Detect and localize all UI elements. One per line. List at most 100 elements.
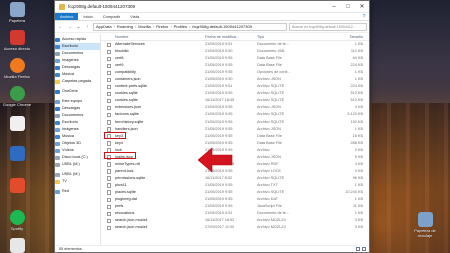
- nav-item-label: Red: [62, 189, 69, 193]
- file-row[interactable]: cookies.sqlite 16/11/2017 18:45 Archivo SQ…: [101, 97, 369, 104]
- file-size: 224 KB: [350, 84, 363, 89]
- desktop-icon[interactable]: [2, 116, 32, 132]
- file-row[interactable]: cert8 21/05/2019 9:55 Data Base File 64 KB: [101, 55, 369, 62]
- breadcrumb-segment[interactable]: AppData: [96, 24, 112, 29]
- nav-item[interactable]: Música: [55, 71, 100, 78]
- file-icon: [107, 98, 111, 104]
- file-name: search.json.mozlz4: [115, 218, 148, 223]
- file-row[interactable]: key3 21/05/2019 9:55 Data Base File 16 KB: [101, 133, 369, 140]
- file-row[interactable]: AlternateServices 21/05/2019 9:51 Document…: [101, 41, 369, 48]
- file-row[interactable]: mimeTypes.rdf16/11/2017 18:45Archivo RDF…: [101, 161, 369, 168]
- large-icons-view-icon[interactable]: [362, 247, 366, 251]
- nav-item[interactable]: Este equipo: [55, 98, 100, 105]
- back-icon[interactable]: ←: [57, 24, 64, 30]
- help-icon[interactable]: ?: [359, 13, 369, 20]
- file-row[interactable]: handlers.json 21/05/2019 9:55 Archivo JSON…: [101, 126, 369, 133]
- desktop-icon[interactable]: [2, 238, 32, 253]
- nav-item[interactable]: Documentos: [55, 112, 100, 119]
- file-row[interactable]: key4 21/05/2019 9:55 Data Base File 288 KB: [101, 140, 369, 147]
- file-name: blocklist: [115, 49, 129, 54]
- breadcrumb-segment[interactable]: Profiles: [174, 24, 187, 29]
- nav-item[interactable]: Acceso rápido: [55, 36, 100, 43]
- nav-item[interactable]: Imágenes: [55, 126, 100, 133]
- nav-item[interactable]: Vídeos: [55, 147, 100, 154]
- close-icon[interactable]: ✕: [355, 1, 369, 13]
- maximize-icon[interactable]: □: [341, 1, 355, 13]
- file-row[interactable]: cert9 21/05/2019 9:55 Data Base File 224 KB: [101, 62, 369, 69]
- file-row[interactable]: compatibility 21/05/2019 9:55 Opciones de …: [101, 69, 369, 76]
- column-name[interactable]: Nombre: [101, 34, 205, 40]
- file-row[interactable]: permissions.sqlite 16/11/2017 8:52 Archivo…: [101, 175, 369, 182]
- file-row[interactable]: favicons.sqlite 21/05/2019 9:55 Archivo SQ…: [101, 111, 369, 118]
- desktop-icon[interactable]: [2, 178, 32, 194]
- nav-item[interactable]: USB1 (M:): [55, 171, 100, 178]
- tab-archivo[interactable]: Archivo: [55, 13, 79, 20]
- file-row[interactable]: pkcs11 21/05/2019 9:55 Archivo TXT 1 KB: [101, 182, 369, 189]
- breadcrumb-segment[interactable]: fcqz908g.default-1509441207309: [192, 24, 252, 29]
- nav-item-icon: [55, 179, 60, 184]
- file-name: containers.json: [115, 77, 141, 82]
- desktop-icon[interactable]: Spotify: [2, 210, 32, 231]
- tab-vista[interactable]: Vista: [125, 13, 144, 20]
- nav-item[interactable]: Documentos: [55, 50, 100, 57]
- nav-item[interactable]: Escritorio: [55, 119, 100, 126]
- desktop-icon[interactable]: Acceso directo: [2, 30, 32, 51]
- desktop-icon-recycle[interactable]: Papelera de reciclaje: [408, 212, 442, 238]
- file-type: Archivo SQLITE: [257, 189, 285, 194]
- forward-icon[interactable]: →: [66, 24, 73, 30]
- file-row[interactable]: search.json.mozlz4 27/09/2017 11:00 Archiv…: [101, 224, 369, 231]
- desktop-icon[interactable]: Google Chrome: [2, 86, 32, 107]
- nav-item[interactable]: Objetos 3D: [55, 140, 100, 147]
- file-date: 21/05/2019 9:55: [205, 204, 233, 209]
- tab-compartir[interactable]: Compartir: [98, 13, 126, 20]
- up-icon[interactable]: ↑: [84, 24, 91, 30]
- file-row[interactable]: lock 21/05/2019 9:55 Archivo 0 KB: [101, 147, 369, 154]
- nav-item[interactable]: Descargas: [55, 105, 100, 112]
- file-size: 4 KB: [354, 105, 363, 110]
- column-type[interactable]: Tipo: [257, 34, 311, 40]
- tab-inicio[interactable]: Inicio: [78, 13, 97, 20]
- file-row[interactable]: places.sqlite 21/05/2019 9:55 Archivo SQLI…: [101, 189, 369, 196]
- nav-item[interactable]: Red: [55, 188, 100, 195]
- file-date: 21/05/2019 9:51: [205, 84, 233, 89]
- breadcrumb-separator: ›: [152, 24, 155, 29]
- breadcrumb[interactable]: AppData › Roaming › Mozilla › Firefox › Profiles…: [93, 22, 287, 31]
- file-row[interactable]: containers.json 21/05/2019 9:50 Archivo JS…: [101, 76, 369, 83]
- file-row[interactable]: search.json.mozlz4 16/11/2017 18:52 Archiv…: [101, 217, 369, 224]
- nav-item[interactable]: Carpetas pegada: [55, 78, 100, 85]
- nav-item[interactable]: Disco local (C:): [55, 154, 100, 161]
- nav-item[interactable]: OneDrive: [55, 88, 100, 95]
- nav-item[interactable]: Imágenes: [55, 57, 100, 64]
- file-row[interactable]: formhistory.sqlite 21/05/2019 9:55 Archivo…: [101, 119, 369, 126]
- column-date[interactable]: Fecha de modifica...: [205, 34, 257, 40]
- file-row[interactable]: blocklist 21/05/2019 9:50 Documento XML 112…: [101, 48, 369, 55]
- minimize-icon[interactable]: –: [327, 1, 341, 13]
- title-bar[interactable]: fcqz908g.default-1509441207309 – □ ✕: [55, 1, 369, 13]
- file-row[interactable]: parent.lock 21/05/2019 9:55 Archivo LOCK 0 …: [101, 168, 369, 175]
- nav-item[interactable]: Descargas: [55, 64, 100, 71]
- breadcrumb-separator: ›: [189, 24, 191, 29]
- desktop-icon[interactable]: Mozilla Firefox: [2, 58, 32, 79]
- breadcrumb-segment[interactable]: Roaming: [117, 24, 133, 29]
- file-row[interactable]: extensions.json 21/05/2019 9:55 Archivo JS…: [101, 104, 369, 111]
- file-type: Archivo JSON: [257, 126, 281, 131]
- column-size[interactable]: Tamaño: [311, 34, 369, 40]
- file-row[interactable]: pluginreg.dat 21/05/2019 9:55 Archivo DAT 1…: [101, 196, 369, 203]
- breadcrumb-segment[interactable]: Firefox: [156, 24, 168, 29]
- file-row[interactable]: prefs 21/05/2019 9:55 JavaScript File 11 KB: [101, 203, 369, 210]
- nav-item[interactable]: Música: [55, 133, 100, 140]
- breadcrumb-segment[interactable]: Mozilla: [138, 24, 150, 29]
- chevron-down-icon[interactable]: ⌄: [75, 24, 82, 30]
- nav-item[interactable]: TV: [55, 178, 100, 185]
- desktop-icon[interactable]: [2, 146, 32, 162]
- file-row[interactable]: revocations 21/05/2019 9:51 Documento de t…: [101, 210, 369, 217]
- file-row[interactable]: logins.json21/05/2019 9:55Archivo JSON5 …: [101, 154, 369, 161]
- file-date: 21/05/2019 9:50: [205, 77, 233, 82]
- search-input[interactable]: Buscar en fcqz908g.default-15094412...: [289, 22, 367, 31]
- file-row[interactable]: content-prefs.sqlite 21/05/2019 9:51 Archi…: [101, 83, 369, 90]
- details-view-icon[interactable]: [356, 247, 360, 251]
- file-row[interactable]: cookies.sqlite 21/05/2019 9:55 Archivo SQL…: [101, 90, 369, 97]
- nav-item[interactable]: USB1 (M:): [55, 161, 100, 168]
- nav-item[interactable]: Escritorio: [55, 43, 100, 50]
- desktop-icon[interactable]: Papelera: [2, 2, 32, 23]
